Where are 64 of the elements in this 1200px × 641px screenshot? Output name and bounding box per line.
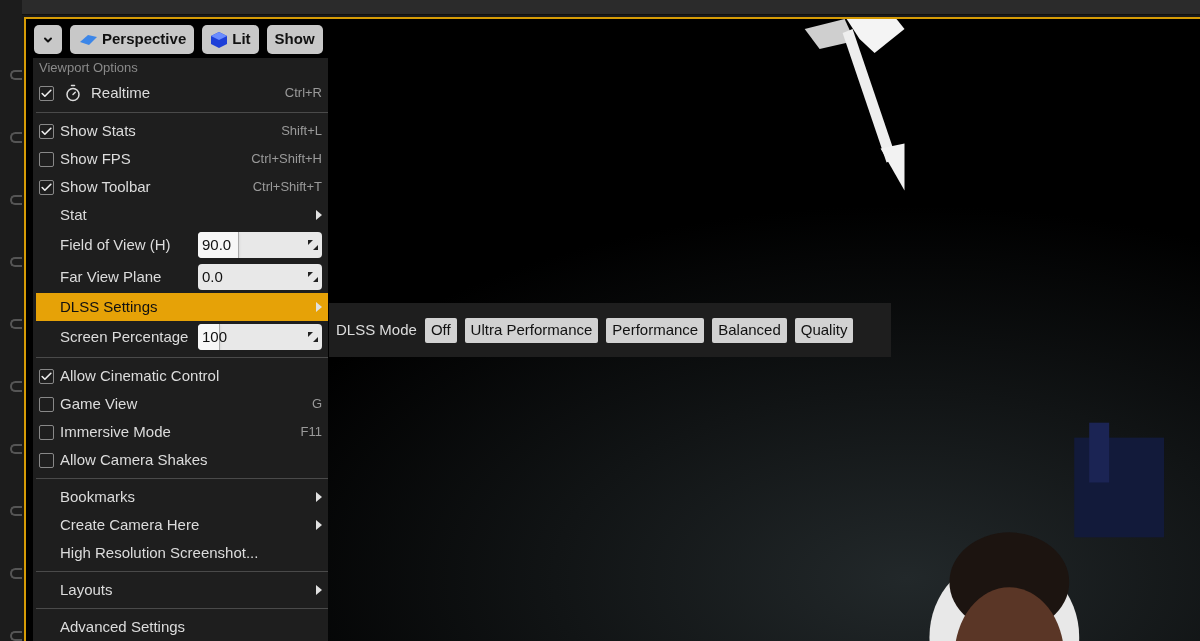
rail-icon[interactable] — [10, 70, 22, 81]
perspective-button[interactable]: Perspective — [70, 25, 195, 54]
field-label: Screen Percentage — [60, 326, 190, 347]
lit-button[interactable]: Lit — [202, 25, 259, 54]
submenu-label: DLSS Mode — [336, 319, 417, 340]
menu-item[interactable]: Show Stats Shift+L — [36, 117, 328, 145]
menu-item[interactable]: Allow Camera Shakes — [36, 446, 328, 474]
field-label: Field of View (H) — [60, 234, 172, 255]
rail-icon[interactable] — [10, 194, 22, 205]
submenu-arrow-icon — [316, 492, 322, 502]
rail-icon[interactable] — [10, 132, 22, 143]
dropdown-button[interactable] — [34, 25, 62, 54]
rail-icon[interactable] — [10, 443, 22, 455]
checkbox[interactable] — [39, 151, 54, 167]
menu-item[interactable]: Immersive Mode F11 — [36, 418, 328, 446]
checkbox[interactable] — [39, 85, 54, 101]
menu-item[interactable]: Show FPS Ctrl+Shift+H — [36, 145, 328, 173]
menu-item[interactable]: Layouts — [36, 576, 328, 604]
rail-icon[interactable] — [10, 319, 22, 330]
menu-item[interactable]: Stat — [36, 201, 328, 229]
rail-icon[interactable] — [10, 630, 22, 641]
mode-button[interactable]: Performance — [606, 317, 705, 343]
submenu-arrow-icon — [316, 210, 322, 220]
submenu-arrow-icon — [316, 520, 322, 530]
menu-item[interactable]: Allow Cinematic Control — [36, 362, 328, 390]
checkbox[interactable] — [39, 123, 54, 139]
menu-item[interactable]: Game View G — [36, 390, 328, 418]
resize-icon — [308, 240, 318, 250]
section-header: Viewport Options — [39, 59, 138, 78]
mode-button[interactable]: Ultra Performance — [464, 317, 599, 343]
menu-item[interactable]: DLSS Settings — [36, 293, 328, 321]
menu-item[interactable]: Bookmarks — [36, 483, 328, 511]
menu-item[interactable]: Advanced Settings — [36, 613, 328, 641]
menu-item[interactable]: Show Toolbar Ctrl+Shift+T — [36, 173, 328, 201]
checkbox[interactable] — [39, 452, 54, 468]
menu-item[interactable]: Create Camera Here — [36, 511, 328, 539]
checkbox[interactable] — [39, 179, 54, 195]
submenu-arrow-icon — [316, 585, 322, 595]
resize-icon — [308, 332, 318, 342]
mode-button[interactable]: Balanced — [712, 317, 787, 343]
rail-icon[interactable] — [10, 506, 22, 517]
field-label: Far View Plane — [60, 266, 163, 287]
check-icon — [40, 369, 53, 383]
number-field[interactable]: 0.0 — [198, 264, 322, 290]
mode-button[interactable]: Off — [424, 317, 457, 343]
checkbox[interactable] — [39, 396, 54, 412]
checkbox[interactable] — [39, 424, 54, 440]
rail-icon[interactable] — [10, 568, 22, 579]
cube-icon — [210, 30, 229, 49]
check-icon — [40, 180, 53, 194]
rail-icon[interactable] — [10, 256, 22, 268]
show-button[interactable]: Show — [266, 25, 323, 54]
resize-icon — [308, 272, 318, 282]
menu-item[interactable]: High Resolution Screenshot... — [36, 539, 328, 567]
rail-icon[interactable] — [10, 381, 22, 392]
mode-button[interactable]: Quality — [794, 317, 854, 343]
submenu-arrow-icon — [316, 302, 322, 312]
slab-icon — [78, 33, 98, 46]
check-icon — [40, 86, 53, 100]
number-field[interactable]: 100 — [198, 324, 322, 350]
number-field[interactable]: 90.0 — [198, 232, 322, 258]
checkbox[interactable] — [39, 368, 54, 384]
check-icon — [40, 124, 53, 138]
menu-item[interactable]: Realtime Ctrl+R — [36, 78, 328, 108]
